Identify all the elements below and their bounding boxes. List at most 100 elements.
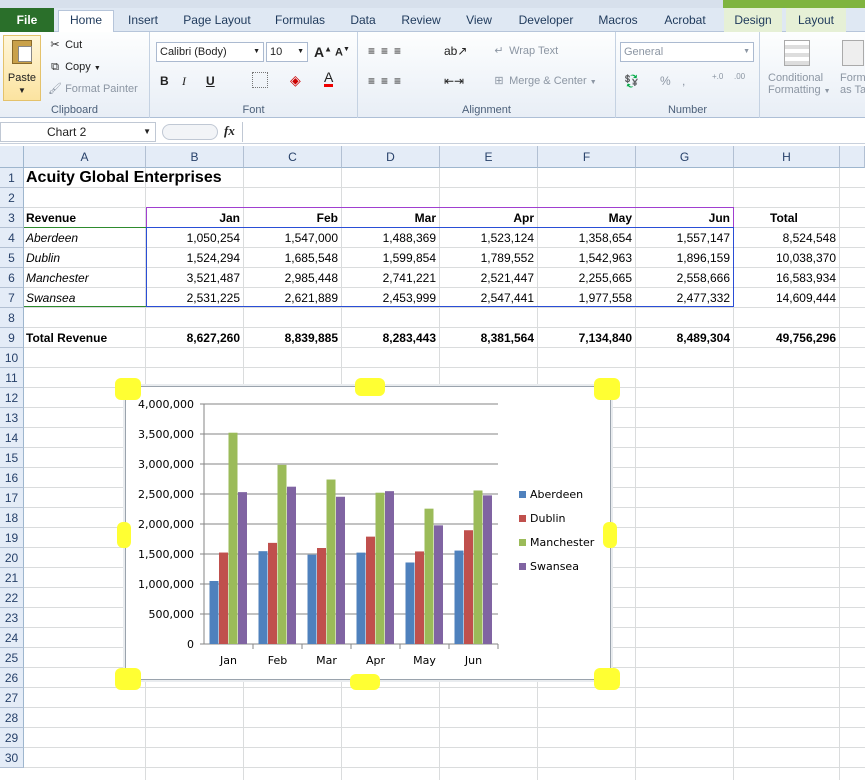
tab-formulas[interactable]: Formulas xyxy=(266,11,334,31)
tab-view[interactable]: View xyxy=(454,11,504,31)
italic-button[interactable]: I xyxy=(182,74,186,89)
resize-handle-top-right[interactable] xyxy=(594,378,620,400)
row-header-7[interactable]: 7 xyxy=(0,288,24,308)
row-header-25[interactable]: 25 xyxy=(0,648,24,668)
resize-handle-right[interactable] xyxy=(603,522,617,548)
font-size-select[interactable]: 10 ▼ xyxy=(266,42,308,62)
orientation-icon[interactable]: ab↗ xyxy=(444,44,467,58)
column-header-G[interactable]: G xyxy=(636,146,734,168)
select-all-corner[interactable] xyxy=(0,146,24,168)
row-header-9[interactable]: 9 xyxy=(0,328,24,348)
column-header-D[interactable]: D xyxy=(342,146,440,168)
row-header-5[interactable]: 5 xyxy=(0,248,24,268)
column-header-F[interactable]: F xyxy=(538,146,636,168)
cut-button[interactable]: ✂ Cut xyxy=(48,38,82,52)
fx-icon[interactable]: fx xyxy=(224,123,235,139)
row-header-30[interactable]: 30 xyxy=(0,748,24,768)
resize-handle-top[interactable] xyxy=(355,378,385,396)
total-header[interactable]: Total xyxy=(770,208,798,228)
resize-handle-bottom[interactable] xyxy=(350,674,380,690)
column-header-B[interactable]: B xyxy=(146,146,244,168)
column-header-E[interactable]: E xyxy=(440,146,538,168)
tab-page-layout[interactable]: Page Layout xyxy=(172,11,262,31)
row-header-17[interactable]: 17 xyxy=(0,488,24,508)
underline-button[interactable]: U xyxy=(206,74,215,88)
format-painter-button[interactable]: 🖌 Format Painter xyxy=(48,82,138,96)
row-header-12[interactable]: 12 xyxy=(0,388,24,408)
row-header-26[interactable]: 26 xyxy=(0,668,24,688)
horizontal-align-icons[interactable]: ≡≡≡ xyxy=(368,74,407,88)
indent-icons[interactable]: ⇤⇥ xyxy=(444,74,464,88)
name-box[interactable]: Chart 2 ▼ xyxy=(0,122,156,142)
grand-total[interactable]: 49,756,296 xyxy=(734,328,836,348)
row-header-22[interactable]: 22 xyxy=(0,588,24,608)
total-revenue-label[interactable]: Total Revenue xyxy=(26,328,107,348)
resize-handle-left[interactable] xyxy=(117,522,131,548)
resize-handle-bottom-right[interactable] xyxy=(594,668,620,690)
row-header-6[interactable]: 6 xyxy=(0,268,24,288)
row-header-8[interactable]: 8 xyxy=(0,308,24,328)
row-header-13[interactable]: 13 xyxy=(0,408,24,428)
formula-input[interactable] xyxy=(242,122,865,142)
comma-button[interactable]: , xyxy=(682,74,685,88)
row-header-4[interactable]: 4 xyxy=(0,228,24,248)
column-header-H[interactable]: H xyxy=(734,146,840,168)
row-header-3[interactable]: 3 xyxy=(0,208,24,228)
tab-data[interactable]: Data xyxy=(338,11,388,31)
font-color-icon[interactable]: A xyxy=(324,70,334,87)
row-header-18[interactable]: 18 xyxy=(0,508,24,528)
decrease-decimal-button[interactable]: .00 xyxy=(734,72,745,81)
paste-button[interactable]: Paste ▼ xyxy=(3,35,41,101)
tab-layout[interactable]: Layout xyxy=(786,8,846,32)
total-revenue-value[interactable]: 8,627,260 xyxy=(146,328,240,348)
column-header-partial[interactable] xyxy=(840,146,865,168)
tab-home[interactable]: Home xyxy=(58,10,114,32)
column-header-C[interactable]: C xyxy=(244,146,342,168)
number-format-select[interactable]: General ▼ xyxy=(620,42,754,62)
row-header-10[interactable]: 10 xyxy=(0,348,24,368)
total-revenue-value[interactable]: 8,381,564 xyxy=(440,328,534,348)
resize-handle-bottom-left[interactable] xyxy=(115,668,141,690)
copy-button[interactable]: ⧉ Copy ▼ xyxy=(48,60,101,74)
row-total[interactable]: 16,583,934 xyxy=(734,268,836,288)
formula-buttons[interactable] xyxy=(162,124,218,140)
total-revenue-value[interactable]: 7,134,840 xyxy=(538,328,632,348)
font-name-select[interactable]: Calibri (Body) ▼ xyxy=(156,42,264,62)
wrap-text-button[interactable]: ↵ Wrap Text xyxy=(492,44,558,58)
tab-design[interactable]: Design xyxy=(724,8,782,32)
row-header-19[interactable]: 19 xyxy=(0,528,24,548)
row-header-16[interactable]: 16 xyxy=(0,468,24,488)
tab-file[interactable]: File xyxy=(0,8,54,32)
sheet-title[interactable]: Acuity Global Enterprises xyxy=(26,168,222,188)
currency-icon[interactable]: 💱 xyxy=(624,74,639,88)
shrink-font-icon[interactable]: A▼ xyxy=(335,46,350,59)
tab-insert[interactable]: Insert xyxy=(118,11,168,31)
row-header-15[interactable]: 15 xyxy=(0,448,24,468)
row-header-28[interactable]: 28 xyxy=(0,708,24,728)
row-header-1[interactable]: 1 xyxy=(0,168,24,188)
revenue-header[interactable]: Revenue xyxy=(26,208,76,228)
row-total[interactable]: 14,609,444 xyxy=(734,288,836,308)
row-header-14[interactable]: 14 xyxy=(0,428,24,448)
column-header-A[interactable]: A xyxy=(24,146,146,168)
grow-font-icon[interactable]: A▲ xyxy=(314,44,332,60)
format-as-table-button[interactable]: Formas Tab xyxy=(840,72,865,96)
bold-button[interactable]: B xyxy=(160,74,169,88)
merge-center-button[interactable]: ⊞ Merge & Center ▼ xyxy=(492,74,596,88)
row-header-23[interactable]: 23 xyxy=(0,608,24,628)
increase-decimal-button[interactable]: +.0 xyxy=(712,72,723,81)
total-revenue-value[interactable]: 8,489,304 xyxy=(636,328,730,348)
conditional-formatting-button[interactable]: Conditional Formatting ▼ xyxy=(768,72,831,96)
row-header-29[interactable]: 29 xyxy=(0,728,24,748)
tab-acrobat[interactable]: Acrobat xyxy=(652,11,718,31)
tab-developer[interactable]: Developer xyxy=(508,11,584,31)
row-header-11[interactable]: 11 xyxy=(0,368,24,388)
tab-review[interactable]: Review xyxy=(392,11,450,31)
total-revenue-value[interactable]: 8,839,885 xyxy=(244,328,338,348)
row-header-2[interactable]: 2 xyxy=(0,188,24,208)
row-header-20[interactable]: 20 xyxy=(0,548,24,568)
total-revenue-value[interactable]: 8,283,443 xyxy=(342,328,436,348)
borders-icon[interactable] xyxy=(252,72,268,88)
fill-color-icon[interactable]: ◈ xyxy=(290,72,301,89)
row-total[interactable]: 10,038,370 xyxy=(734,248,836,268)
